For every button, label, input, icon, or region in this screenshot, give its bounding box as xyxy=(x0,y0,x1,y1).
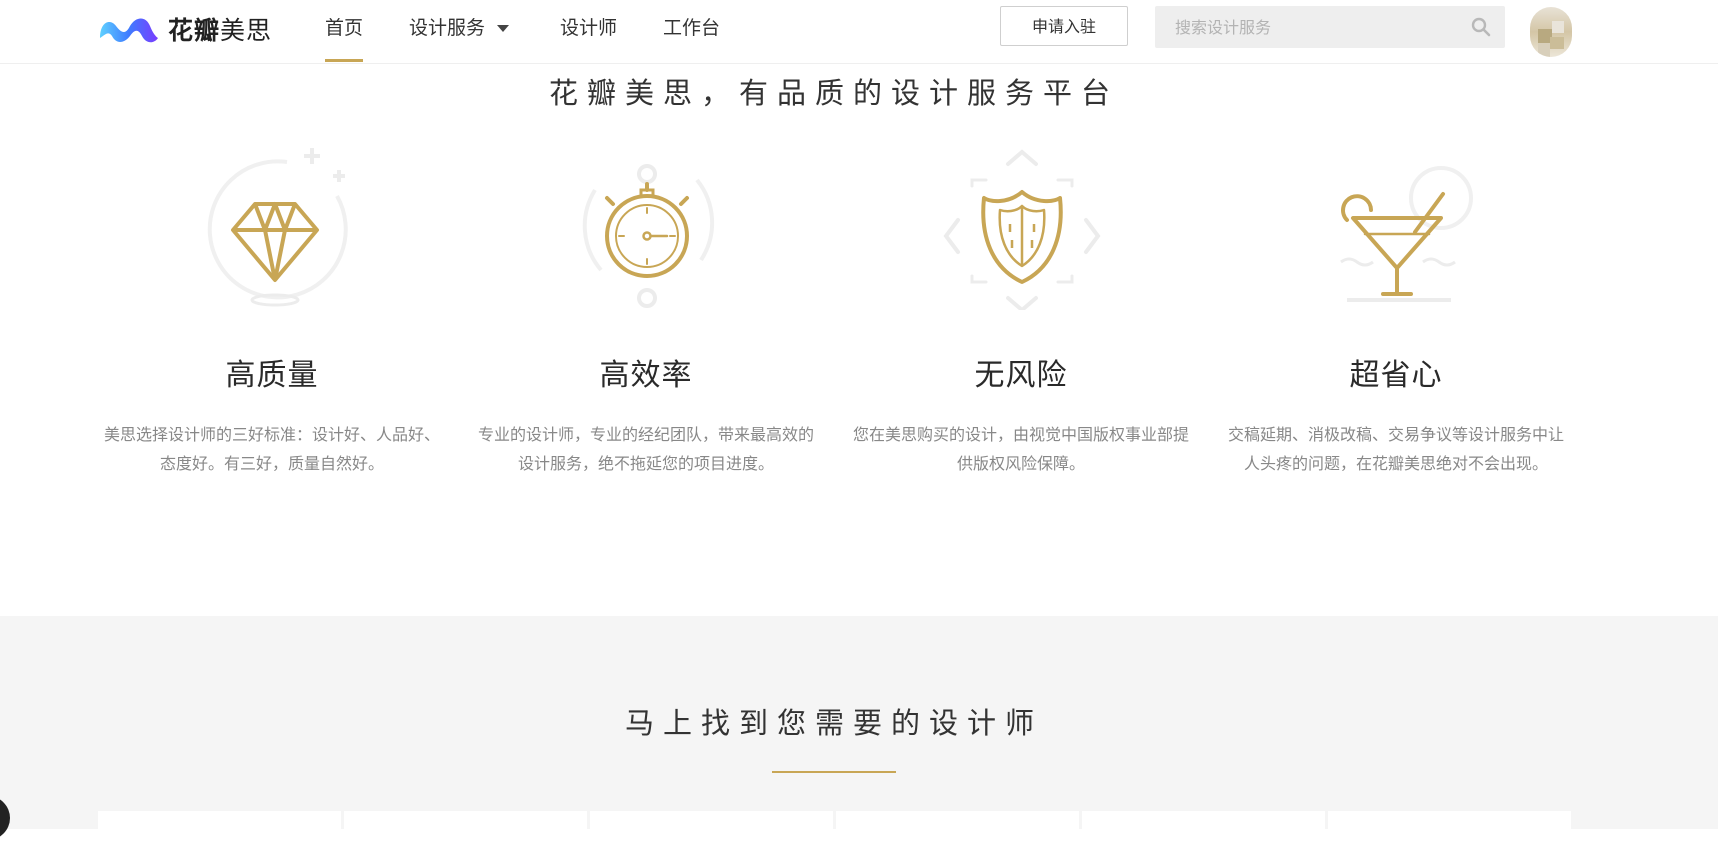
feature-efficiency-desc: 专业的设计师，专业的经纪团队，带来最高效的设计服务，绝不拖延您的项目进度。 xyxy=(477,425,814,473)
search-bar xyxy=(1155,6,1505,48)
shield-icon xyxy=(943,149,1101,310)
designer-card[interactable] xyxy=(1328,811,1571,841)
search-input[interactable] xyxy=(1155,6,1455,48)
brand-logo[interactable]: 花瓣美思 xyxy=(96,12,272,46)
feature-peace-of-mind: 超省心 交稿延期、消极改稿、交易争议等设计服务中让人头疼的问题，在花瓣美思绝对不… xyxy=(1216,140,1576,478)
designer-card[interactable] xyxy=(98,811,341,841)
nav-workbench-label: 工作台 xyxy=(663,17,721,39)
feature-no-risk-desc: 您在美思购买的设计，由视觉中国版权事业部提供版权风险保障。 xyxy=(852,425,1189,473)
top-header: 花瓣美思 首页 设计服务 设计师 工作台 申请入驻 xyxy=(0,0,1718,64)
nav-designers-label: 设计师 xyxy=(560,17,618,39)
designer-card[interactable] xyxy=(590,811,833,841)
feature-no-risk: 无风险 您在美思购买的设计，由视觉中国版权事业部提供版权风险保障。 xyxy=(841,140,1201,478)
chevron-down-icon xyxy=(497,25,510,32)
feature-quality-desc: 美思选择设计师的三好标准：设计好、人品好、态度好。有三好，质量自然好。 xyxy=(103,425,440,473)
cocktail-icon xyxy=(1340,166,1473,302)
nav-workbench[interactable]: 工作台 xyxy=(663,0,720,63)
logo-mark-icon xyxy=(100,18,158,43)
designer-card[interactable] xyxy=(1082,811,1325,841)
feature-no-risk-title: 无风险 xyxy=(974,358,1068,393)
feature-efficiency-title: 高效率 xyxy=(599,358,693,393)
designer-card[interactable] xyxy=(836,811,1079,841)
feature-peace-of-mind-desc: 交稿延期、消极改稿、交易争议等设计服务中让人头疼的问题，在花瓣美思绝对不会出现。 xyxy=(1227,425,1564,473)
feature-quality: 高质量 美思选择设计师的三好标准：设计好、人品好、态度好。有三好，质量自然好。 xyxy=(92,140,452,478)
features-section-title: 花瓣美思，有品质的设计服务平台 xyxy=(548,76,1119,110)
nav-design-services[interactable]: 设计服务 xyxy=(409,0,510,63)
nav-designers[interactable]: 设计师 xyxy=(560,0,617,63)
nav-home[interactable]: 首页 xyxy=(325,0,364,63)
designers-section: 马上找到您需要的设计师 xyxy=(0,616,1718,841)
user-avatar[interactable] xyxy=(1530,7,1572,57)
designers-section-title: 马上找到您需要的设计师 xyxy=(624,706,1043,740)
feature-quality-title: 高质量 xyxy=(225,358,319,393)
search-icon[interactable] xyxy=(1471,17,1491,37)
diamond-icon xyxy=(207,148,348,307)
feature-peace-of-mind-title: 超省心 xyxy=(1349,358,1443,393)
title-underline xyxy=(772,771,896,773)
designer-card[interactable] xyxy=(344,811,587,841)
apply-join-button[interactable]: 申请入驻 xyxy=(1000,6,1128,46)
nav-design-services-label: 设计服务 xyxy=(409,17,486,39)
brand-name: 花瓣美思 xyxy=(168,16,273,45)
feature-efficiency: 高效率 专业的设计师，专业的经纪团队，带来最高效的设计服务，绝不拖延您的项目进度… xyxy=(466,140,826,478)
designer-cards-row xyxy=(98,811,1572,841)
nav-home-label: 首页 xyxy=(325,17,364,39)
stopwatch-icon xyxy=(582,164,715,308)
